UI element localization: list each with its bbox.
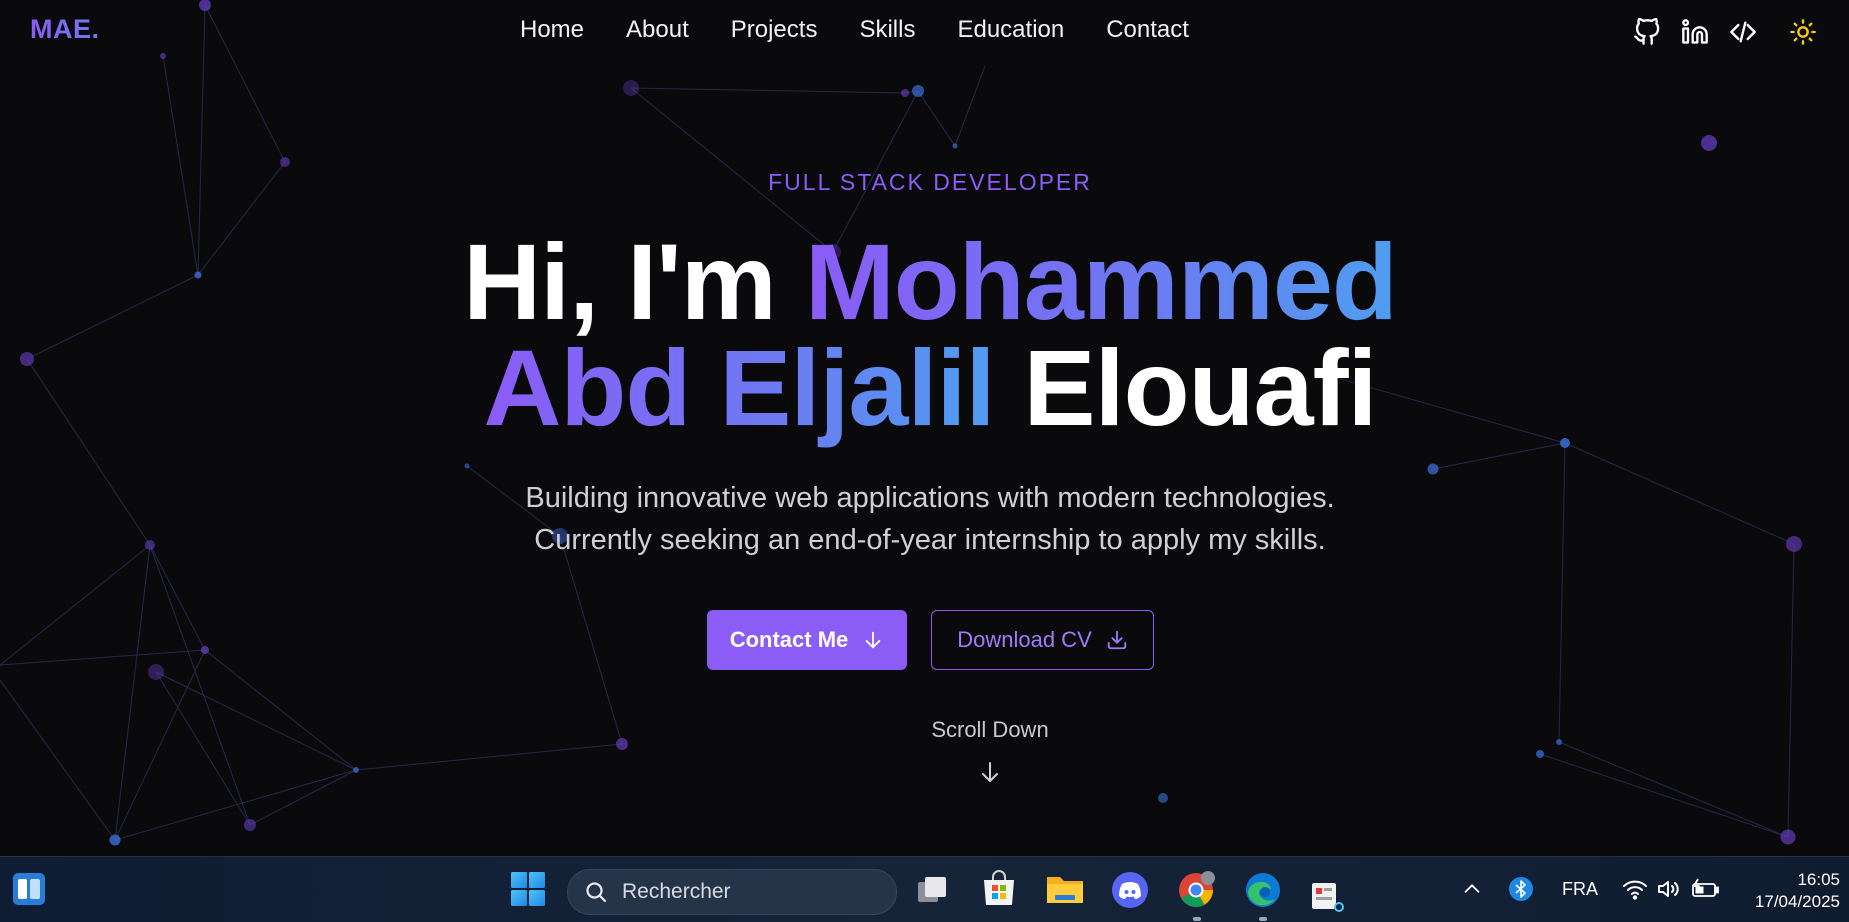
taskbar-clock[interactable]: 16:05 17/04/2025 [1740,869,1840,913]
nav-link-projects[interactable]: Projects [731,16,818,44]
edge-icon[interactable] [1244,871,1282,909]
wifi-icon[interactable] [1622,877,1648,901]
language-indicator[interactable]: FRA [1562,879,1598,900]
site-logo[interactable]: MAE. [30,14,100,45]
edge-running-indicator [1259,917,1267,921]
nav-link-about[interactable]: About [626,16,689,44]
volume-icon[interactable] [1656,877,1682,901]
hero-subtitle: FULL STACK DEVELOPER [768,169,1092,195]
download-cv-label: Download CV [957,627,1092,652]
snipping-tool-icon[interactable] [1310,879,1346,915]
nav-link-home[interactable]: Home [520,16,584,44]
chrome-icon[interactable] [1177,871,1217,909]
arrow-down-icon [865,631,881,649]
discord-icon[interactable] [1111,871,1149,909]
nav-links: Home About Projects Skills Education Con… [520,16,1231,44]
hero-heading-line1: Hi, I'm Mohammed [0,228,1849,336]
download-cv-button[interactable]: Download CV [931,610,1154,670]
search-icon [586,882,607,903]
microsoft-store-icon[interactable] [980,870,1018,908]
hero-greeting: Hi, I'm [463,221,777,342]
top-navbar: MAE. Home About Projects Skills Educatio… [0,0,1849,66]
scroll-down-arrow-icon[interactable] [978,760,1002,784]
hero-name-last: Elouafi [1023,327,1378,448]
hero-section: FULL STACK DEVELOPER Hi, I'm Mohammed Ab… [0,0,1849,856]
sun-icon[interactable] [1788,15,1818,49]
task-view-icon[interactable] [914,872,950,908]
hero-description-line1: Building innovative web applications wit… [525,482,1335,514]
download-icon [1107,630,1126,650]
search-placeholder: Rechercher [622,880,731,903]
clock-time: 16:05 [1797,870,1840,889]
windows-taskbar: Rechercher FRA 16:05 17/04/2025 [0,856,1849,922]
nav-icons [1632,15,1818,49]
github-icon[interactable] [1632,15,1662,49]
battery-charging-icon[interactable] [1690,877,1720,901]
bluetooth-icon[interactable] [1508,876,1534,902]
code-icon[interactable] [1728,15,1758,49]
chrome-running-indicator [1193,917,1201,921]
contact-me-label: Contact Me [729,627,849,652]
contact-me-button[interactable]: Contact Me [707,610,907,670]
nav-link-contact[interactable]: Contact [1106,16,1189,44]
taskbar-search-box[interactable]: Rechercher [567,869,897,915]
clock-date: 17/04/2025 [1754,892,1840,911]
scroll-down-label[interactable]: Scroll Down [0,717,1849,743]
nav-link-education[interactable]: Education [957,16,1064,44]
hero-description-line2: Currently seeking an end-of-year interns… [534,524,1326,556]
chevron-up-icon[interactable] [1460,877,1484,901]
hero-name-middle: Abd Eljalil [483,327,995,448]
nav-link-skills[interactable]: Skills [859,16,915,44]
hero-name-first: Mohammed [804,221,1398,342]
file-explorer-icon[interactable] [1045,871,1085,907]
hero-heading-line2: Abd Eljalil Elouafi [0,334,1849,442]
widgets-icon[interactable] [12,872,46,906]
windows-start-icon[interactable] [510,871,546,907]
linkedin-icon[interactable] [1680,15,1710,49]
